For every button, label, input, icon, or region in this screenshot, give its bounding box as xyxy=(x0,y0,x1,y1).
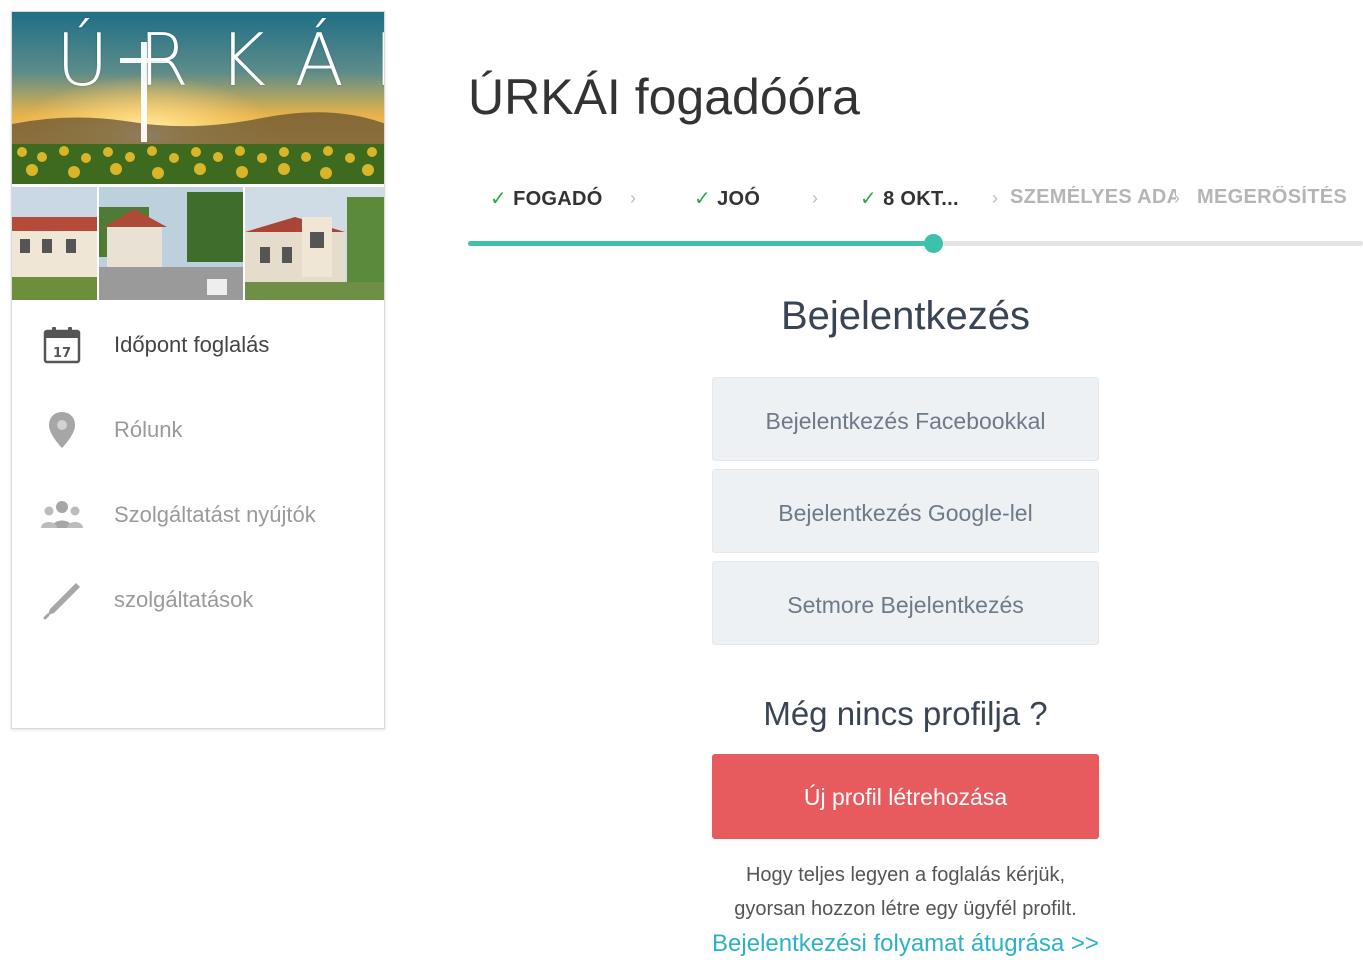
google-login-button[interactable]: Bejelentkezés Google-lel xyxy=(712,469,1099,553)
sidebar-item-label: Rólunk xyxy=(114,416,183,442)
chevron-right-icon: › xyxy=(630,188,636,208)
signup-hint-line: gyorsan hozzon létre egy ügyfél profilt. xyxy=(734,898,1077,920)
check-icon: ✓ xyxy=(860,188,878,210)
pen-icon xyxy=(40,578,84,622)
svg-text:17: 17 xyxy=(53,346,71,361)
signup-hint: Hogy teljes legyen a foglalás kérjük, gy… xyxy=(690,858,1121,926)
page-title: ÚRKÁI fogadóóra xyxy=(468,69,860,125)
sidebar-item-label: Időpont foglalás xyxy=(114,331,270,357)
step-provider[interactable]: ✓ FOGADÓ xyxy=(490,186,610,211)
check-icon: ✓ xyxy=(490,188,508,210)
step-date[interactable]: ✓ 8 OKT... xyxy=(860,186,970,211)
facebook-login-button[interactable]: Bejelentkezés Facebookkal xyxy=(712,377,1099,461)
chevron-right-icon: › xyxy=(812,188,818,208)
sidebar: ÚRKÁI xyxy=(11,11,385,729)
users-icon xyxy=(40,493,84,537)
progress-fill xyxy=(468,241,934,246)
progress-indicator xyxy=(924,234,944,253)
sidebar-item-booking[interactable]: 17 Időpont foglalás xyxy=(12,302,384,387)
step-person[interactable]: ✓ JOÓ xyxy=(694,186,794,211)
check-icon: ✓ xyxy=(694,188,712,210)
no-profile-heading: Még nincs profilja ? xyxy=(763,695,1048,732)
booking-steps: ✓ FOGADÓ › ✓ JOÓ › ✓ 8 OKT... › SZEMÉLYES A… xyxy=(468,186,1363,216)
setmore-login-button[interactable]: Setmore Bejelentkezés xyxy=(712,561,1099,645)
sidebar-item-about[interactable]: Rólunk xyxy=(12,387,384,472)
brand-banner-image: ÚRKÁI xyxy=(12,12,384,184)
signup-hint-line: Hogy teljes legyen a foglalás kérjük, xyxy=(745,864,1066,886)
building-photos xyxy=(12,187,384,300)
step-confirmation[interactable]: MEGERŐSÍTÉS xyxy=(1197,186,1357,209)
chevron-right-icon: › xyxy=(1174,188,1180,208)
sidebar-item-providers[interactable]: Szolgáltatást nyújtók xyxy=(12,472,384,557)
calendar-icon: 17 xyxy=(40,323,84,367)
sidebar-item-label: szolgáltatások xyxy=(114,586,254,612)
sidebar-nav: 17 Időpont foglalás Rólunk Szolgáltatást… xyxy=(12,302,384,642)
sidebar-item-services[interactable]: szolgáltatások xyxy=(12,557,384,642)
chevron-right-icon: › xyxy=(992,188,998,208)
step-personal-data[interactable]: SZEMÉLYES ADATOK xyxy=(1010,186,1176,209)
login-heading: Bejelentkezés xyxy=(780,294,1031,338)
progress-bar xyxy=(468,234,1363,253)
skip-login-link[interactable]: Bejelentkezési folyamat átugrása >> xyxy=(690,930,1121,958)
brand-logo-text: ÚRKÁI xyxy=(56,18,384,102)
map-pin-icon xyxy=(40,408,84,452)
create-profile-button[interactable]: Új profil létrehozása xyxy=(712,754,1099,839)
sidebar-item-label: Szolgáltatást nyújtók xyxy=(114,501,316,527)
